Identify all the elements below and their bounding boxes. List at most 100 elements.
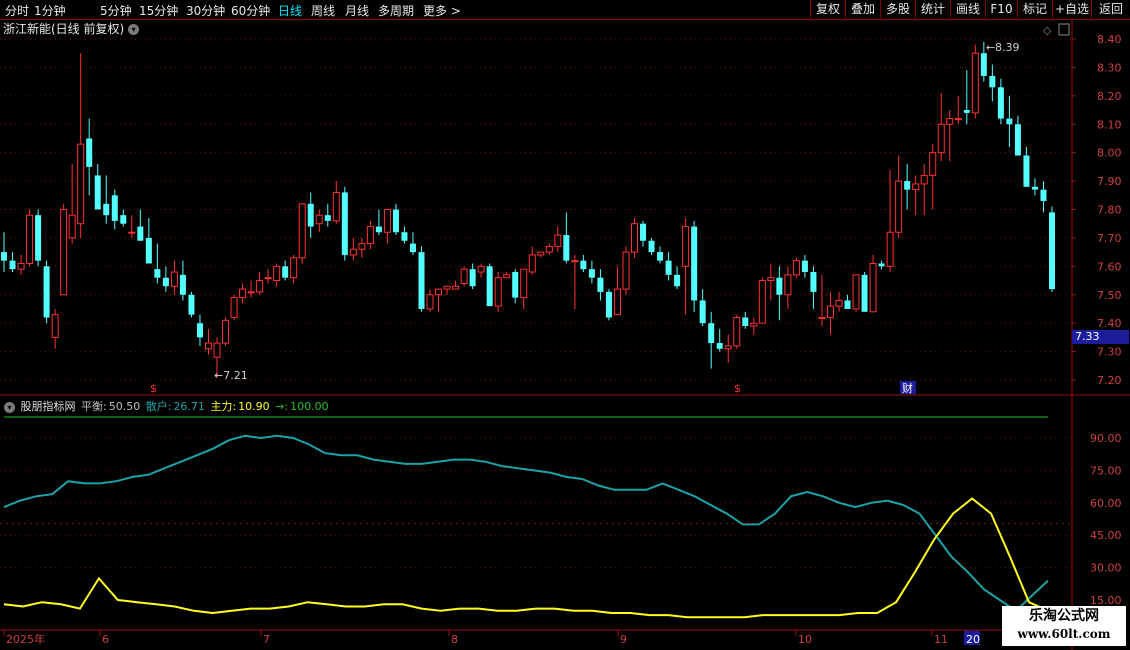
candle-body-up: [784, 274, 792, 296]
price-tick-label: 8.40: [1097, 33, 1122, 46]
candle-body-down: [179, 274, 186, 295]
dividend-marker: $: [734, 382, 741, 395]
date-label: 2025年: [6, 632, 45, 646]
candle-body-up: [452, 285, 460, 290]
candle-body-down: [776, 277, 783, 295]
candle-body-up: [273, 265, 281, 282]
candle-body-down: [699, 300, 706, 324]
indicator-tick-label: 90.00: [1090, 432, 1122, 445]
indicator-name: 股朋指标网: [20, 400, 76, 413]
candle-body-up: [758, 280, 766, 324]
candle-body-up: [571, 260, 579, 263]
price-tick-label: 8.20: [1097, 90, 1122, 103]
diamond-icon: ◇: [1043, 24, 1052, 37]
candle-body-down: [35, 215, 42, 261]
candle-body-up: [26, 214, 34, 264]
candle-body-up: [68, 214, 76, 239]
candle-body-down: [1014, 124, 1021, 156]
candle-body-up: [332, 191, 340, 222]
candle-body-up: [77, 143, 85, 225]
candle-body-down: [111, 195, 118, 221]
candle-body-up: [358, 243, 366, 250]
indicator-tick-label: 75.00: [1090, 464, 1122, 477]
watermark-line1: 乐淘公式网: [1029, 608, 1099, 624]
candle-body-up: [213, 342, 221, 358]
candle-body-down: [997, 87, 1004, 119]
candle-body-down: [844, 300, 851, 309]
candle-body-up: [264, 277, 272, 280]
low-annotation: ←7.21: [214, 369, 248, 382]
chart-canvas: 8.40 8.30 8.20 8.10 8.00 7.90 7.80 7.70 7.60 7.50…: [0, 20, 1130, 650]
date-label: 9: [620, 633, 627, 646]
balance-value: 50.50: [108, 400, 141, 413]
candle-body-up: [17, 262, 25, 270]
date-label: 6: [102, 633, 109, 646]
candle-body-up: [494, 277, 502, 307]
candle-body-up: [222, 319, 230, 344]
candle-body-down: [94, 175, 101, 210]
candle-body-up: [886, 231, 894, 267]
candle-body-up: [852, 274, 860, 310]
candle-body-down: [137, 226, 144, 241]
candle-body-down: [640, 223, 647, 241]
candle-body-up: [528, 254, 536, 273]
current-price-tag: 7.33: [1072, 330, 1129, 344]
arrow-value: 100.00: [290, 400, 329, 413]
candle-body-down: [742, 317, 749, 327]
main-value: 10.90: [238, 400, 270, 413]
candle-body-up: [682, 226, 690, 267]
candle-body-down: [43, 266, 50, 318]
date-label: 11: [934, 633, 948, 646]
candle-body-up: [349, 248, 357, 256]
candle-body-up: [128, 231, 136, 234]
candle-body-down: [188, 294, 195, 315]
candle-body-down: [469, 269, 476, 287]
candle-body-up: [503, 274, 511, 279]
candle-body-down: [1031, 186, 1038, 190]
window-icon: [1058, 23, 1070, 36]
candle-body-down: [9, 260, 16, 270]
price-tick-label: 8.10: [1097, 118, 1122, 131]
candle-body-down: [341, 192, 348, 255]
watermark-logo: 乐淘公式网 www.60lt.com: [1002, 606, 1126, 646]
candle-body-up: [256, 280, 264, 293]
candle-body-down: [801, 260, 808, 273]
candle-body-up: [290, 257, 298, 279]
candle-body-up: [298, 203, 306, 259]
candle-body-down: [878, 263, 885, 267]
date-label: 10: [798, 633, 812, 646]
candle-body-up: [537, 251, 545, 256]
candle-body-down: [963, 110, 970, 113]
arrow-label: →:: [275, 400, 289, 413]
candle-body-up: [920, 174, 928, 185]
price-tick-label: 7.50: [1097, 289, 1122, 302]
candle-body-down: [145, 237, 152, 264]
chevron-down-icon[interactable]: ▾: [4, 401, 15, 413]
candle-body-up: [460, 268, 468, 284]
candle-body-up: [554, 234, 562, 247]
price-tick-label: 7.30: [1097, 346, 1122, 359]
indicator-tick-label: 45.00: [1090, 529, 1122, 542]
candle-body-up: [946, 118, 954, 125]
candle-body-up: [733, 316, 741, 347]
candle-body-up: [204, 342, 212, 350]
candle-body-down: [1023, 155, 1030, 187]
main-label: 主力:: [210, 400, 237, 413]
price-tick-label: 8.30: [1097, 61, 1122, 74]
candle-body-up: [912, 183, 920, 191]
candle-body-down: [1, 252, 7, 261]
candle-body-down: [409, 243, 416, 253]
candle-body-down: [512, 272, 519, 298]
candle-body-up: [929, 152, 937, 176]
candle-body-down: [716, 343, 723, 349]
candle-body-down: [861, 274, 868, 312]
balance-label: 平衡:: [81, 400, 107, 413]
candle-body-up: [818, 316, 826, 319]
candle-body-down: [904, 181, 911, 190]
price-tick-label: 8.00: [1097, 147, 1122, 160]
candle-body-down: [282, 266, 289, 278]
candle-body-down: [588, 269, 595, 278]
candle-body-up: [792, 260, 800, 276]
candle-body-up: [954, 118, 962, 121]
candle-body-down: [401, 232, 408, 241]
